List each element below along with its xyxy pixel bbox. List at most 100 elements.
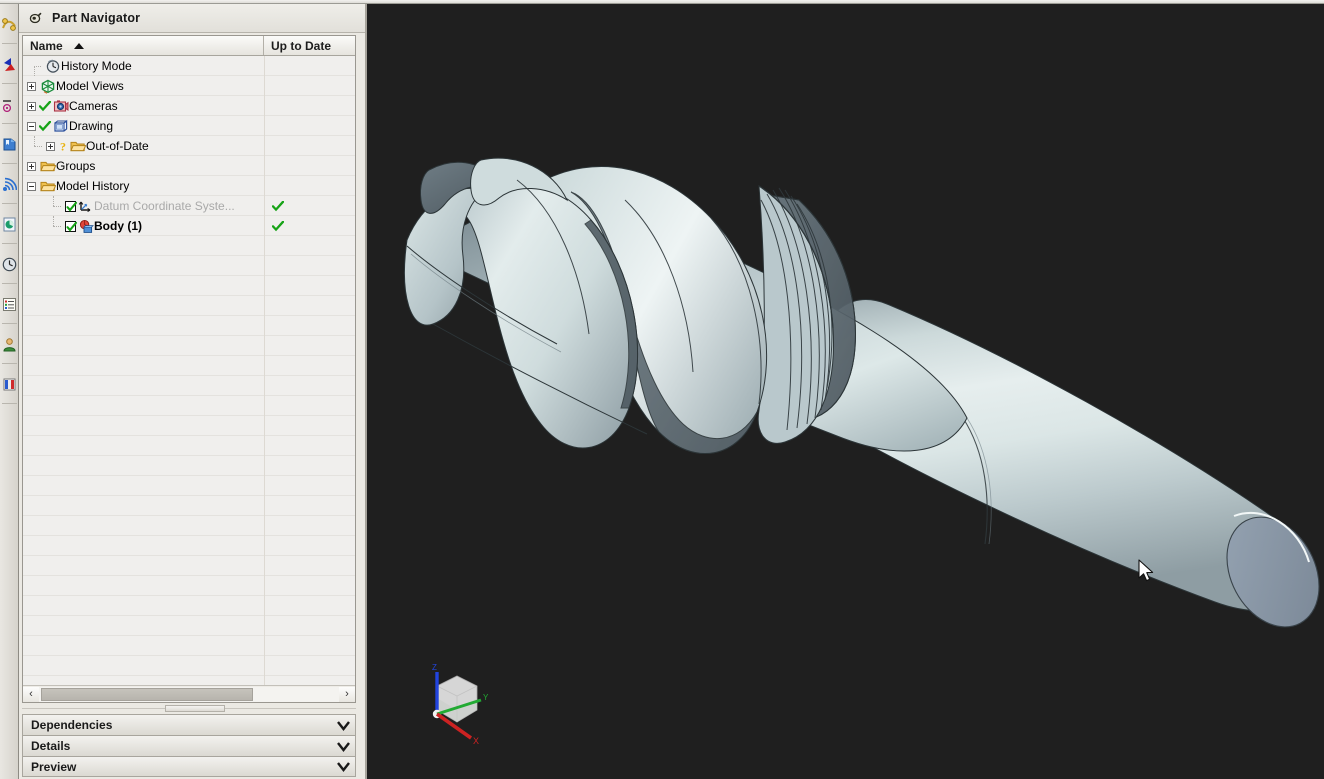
tree-guide-line	[34, 146, 42, 147]
resource-bar-item-broadcast[interactable]	[0, 164, 19, 204]
tree-empty-row[interactable]	[23, 236, 355, 256]
expand-toggle-minus-icon[interactable]	[27, 121, 36, 131]
tree-row-name-cell[interactable]: Model History	[23, 176, 264, 196]
tree-empty-row[interactable]	[23, 276, 355, 296]
triad-label-z: Z	[432, 663, 437, 672]
tree-empty-row[interactable]	[23, 516, 355, 536]
tree-body[interactable]: History Mode Model Views Cameras Drawing…	[23, 56, 355, 685]
panel-splitter[interactable]	[22, 705, 356, 712]
tree-empty-row[interactable]	[23, 296, 355, 316]
feature-checkbox[interactable]	[65, 200, 78, 212]
chevron-down-icon[interactable]	[335, 717, 351, 733]
panel-title: Part Navigator	[52, 11, 141, 25]
scroll-right-button[interactable]: ›	[339, 686, 355, 702]
resource-bar-item-pie-report[interactable]	[0, 204, 19, 244]
tree-row-name-cell[interactable]: Drawing	[23, 116, 264, 136]
expand-toggle-plus-icon[interactable]	[27, 81, 36, 91]
table-row[interactable]: Drawing	[23, 116, 355, 136]
tree-row-name-cell[interactable]: ? Out-of-Date	[23, 136, 264, 156]
resource-bar-item-datum-target[interactable]	[0, 84, 19, 124]
column-header-up-to-date[interactable]: Up to Date	[264, 36, 355, 55]
tree-empty-row[interactable]	[23, 376, 355, 396]
tree-row-name-cell[interactable]: Groups	[23, 156, 264, 176]
resource-bar-item-history-clock[interactable]	[0, 244, 19, 284]
table-row[interactable]: ? Out-of-Date	[23, 136, 355, 156]
tree-empty-row[interactable]	[23, 256, 355, 276]
section-details[interactable]: Details	[22, 735, 356, 756]
tree-empty-row[interactable]	[23, 436, 355, 456]
scrollbar-track[interactable]	[39, 686, 339, 702]
section-preview[interactable]: Preview	[22, 756, 356, 777]
tree-empty-row[interactable]	[23, 596, 355, 616]
feature-checkbox[interactable]	[65, 220, 78, 232]
table-row[interactable]: Model History	[23, 176, 355, 196]
palette-icon	[2, 377, 17, 392]
pie-report-icon	[2, 217, 17, 232]
tree-empty-row[interactable]	[23, 576, 355, 596]
scrollbar-thumb[interactable]	[41, 687, 253, 701]
tree-empty-row[interactable]	[23, 536, 355, 556]
resource-bar-toolbar[interactable]	[0, 4, 19, 779]
table-row[interactable]: History Mode	[23, 56, 355, 76]
tree-header-row: Name Up to Date	[23, 36, 355, 56]
tree-row-status-cell	[264, 216, 355, 236]
tree-row-name-cell[interactable]: History Mode	[23, 56, 264, 76]
chevron-down-icon[interactable]	[335, 759, 351, 775]
table-row[interactable]: Cameras	[23, 96, 355, 116]
drawing-icon	[53, 119, 69, 134]
tree-empty-row[interactable]	[23, 336, 355, 356]
chevron-down-icon[interactable]	[335, 738, 351, 754]
tree-empty-row[interactable]	[23, 476, 355, 496]
expand-toggle-minus-icon[interactable]	[27, 181, 36, 191]
table-row[interactable]: Groups	[23, 156, 355, 176]
tree-empty-row[interactable]	[23, 676, 355, 685]
tree-row-label: Out-of-Date	[86, 139, 149, 153]
tree-row-name-cell[interactable]: Model Views	[23, 76, 264, 96]
folder-icon	[40, 179, 56, 194]
table-row[interactable]: Model Views	[23, 76, 355, 96]
section-dependencies[interactable]: Dependencies	[22, 714, 356, 735]
tree-empty-row[interactable]	[23, 656, 355, 676]
table-row[interactable]: Datum Coordinate Syste...	[23, 196, 355, 216]
tree-empty-row[interactable]	[23, 636, 355, 656]
part-navigator-title-bar[interactable]: Part Navigator	[19, 4, 365, 33]
tree-empty-row[interactable]	[23, 556, 355, 576]
expand-toggle-plus-icon[interactable]	[27, 101, 36, 111]
tree-empty-row[interactable]	[23, 456, 355, 476]
triad-label-x: X	[473, 736, 479, 746]
tree-row-name-cell[interactable]: Body (1)	[23, 216, 264, 236]
resource-bar-item-part-file[interactable]	[0, 124, 19, 164]
part-navigator-tree[interactable]: Name Up to Date History Mode Model Views…	[22, 35, 356, 703]
tree-empty-row[interactable]	[23, 496, 355, 516]
splitter-handle[interactable]	[165, 705, 225, 712]
resource-bar-item-palette[interactable]	[0, 364, 19, 404]
scroll-left-button[interactable]: ‹	[23, 686, 39, 702]
column-header-name[interactable]: Name	[23, 36, 264, 55]
tree-horizontal-scrollbar[interactable]: ‹ ›	[23, 685, 355, 702]
expand-toggle-plus-icon[interactable]	[46, 141, 55, 151]
folder-query-icon	[70, 139, 86, 154]
tree-empty-row[interactable]	[23, 316, 355, 336]
tree-empty-row[interactable]	[23, 616, 355, 636]
tree-row-status-cell	[264, 196, 355, 216]
navigate-back-icon	[2, 57, 17, 72]
resource-bar-item-user-role[interactable]	[0, 324, 19, 364]
tree-empty-row[interactable]	[23, 356, 355, 376]
expand-toggle-plus-icon[interactable]	[27, 161, 36, 171]
resource-bar-item-navigate-back[interactable]	[0, 44, 19, 84]
tree-row-name-cell[interactable]: Cameras	[23, 96, 264, 116]
resource-bar-item-list-properties[interactable]	[0, 284, 19, 324]
broadcast-icon	[2, 177, 17, 192]
table-row[interactable]: Body (1)	[23, 216, 355, 236]
checkmark-icon	[39, 120, 51, 132]
part-file-icon	[2, 137, 17, 152]
tree-row-list: History Mode Model Views Cameras Drawing…	[23, 56, 355, 236]
tree-empty-row[interactable]	[23, 396, 355, 416]
tree-empty-row[interactable]	[23, 416, 355, 436]
tree-row-name-cell[interactable]: Datum Coordinate Syste...	[23, 196, 264, 216]
resource-bar-item-sketch-curve[interactable]	[0, 4, 19, 44]
tree-guide-line	[34, 66, 35, 76]
model-views-icon	[40, 79, 56, 94]
clock-icon	[45, 59, 61, 74]
graphics-viewport[interactable]: Z Y X	[367, 4, 1324, 779]
